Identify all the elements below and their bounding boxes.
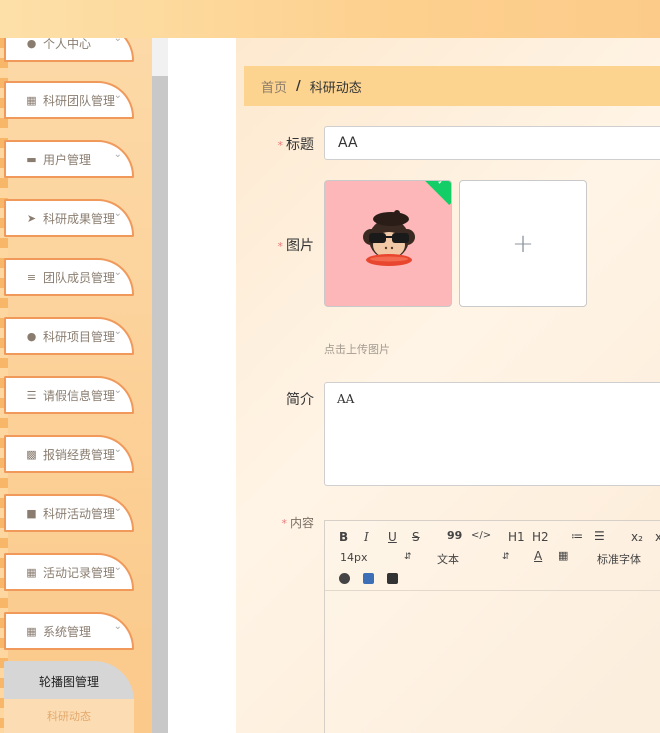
subscript-button[interactable]: x₂ [631, 530, 643, 544]
sidebar-item-label: 用户管理 [43, 152, 92, 167]
check-icon: ✓ [437, 180, 446, 188]
sidebar-item-system[interactable]: ▦ 系统管理 ⌄ [4, 612, 134, 650]
title-input[interactable]: AA [324, 126, 660, 160]
chevron-down-icon: ⌄ [113, 149, 122, 160]
sidebar-item-reimbursement[interactable]: ▩ 报销经费管理 ⌄ [4, 435, 134, 473]
list-icon: ≡ [26, 270, 37, 284]
sidebar-item-label: 报销经费管理 [43, 447, 116, 462]
grid-icon: ▦ [26, 93, 37, 107]
code-button[interactable]: </> [471, 530, 491, 541]
sidebar-subitem-carousel[interactable]: 轮播图管理 [4, 661, 134, 701]
title-label: * 标题 [254, 134, 315, 154]
sidebar-item-label: 科研成果管理 [43, 211, 116, 226]
sidebar-item-label: 科研项目管理 [43, 329, 116, 344]
text-color-button[interactable]: A [534, 549, 542, 563]
required-mark: * [277, 139, 284, 152]
chevron-down-icon: ⌄ [113, 503, 122, 514]
chevron-down-icon: ⌄ [113, 208, 122, 219]
top-bar [0, 0, 660, 38]
title-label-text: 标题 [286, 137, 314, 153]
sidebar-item-label: 请假信息管理 [43, 388, 116, 403]
image-label: * 图片 [254, 235, 315, 255]
chevron-down-icon: ⌄ [113, 38, 122, 44]
chevron-down-icon: ⌄ [113, 562, 122, 573]
breadcrumb-current: 科研动态 [309, 80, 362, 96]
sidebar-item-label: 科研活动管理 [43, 506, 116, 521]
chevron-down-icon: ⌄ [113, 621, 122, 632]
grid-icon: ▦ [26, 565, 37, 579]
sidebar-item-label: 个人中心 [43, 38, 92, 51]
chevron-updown-icon: ⇵ [502, 552, 510, 562]
filter-icon: ☰ [26, 388, 37, 402]
sidebar-item-label: 团队成员管理 [43, 270, 116, 285]
breadcrumb-separator: / [296, 78, 301, 94]
underline-button[interactable]: U [388, 530, 397, 544]
font-family-select[interactable]: 标准字体 [597, 551, 641, 567]
sidebar-item-label: 活动记录管理 [43, 565, 116, 580]
sidebar-item-personal-center[interactable]: ● 个人中心 ⌄ [4, 38, 134, 62]
sidebar-item-leave[interactable]: ☰ 请假信息管理 ⌄ [4, 376, 134, 414]
superscript-button[interactable]: x [655, 530, 660, 544]
sidebar-item-users[interactable]: ▬ 用户管理 ⌄ [4, 140, 134, 178]
sidebar-item-research-projects[interactable]: ● 科研项目管理 ⌄ [4, 317, 134, 355]
image-icon[interactable] [363, 573, 374, 584]
folder-icon: ▬ [26, 152, 37, 166]
plus-icon: + [512, 228, 534, 259]
uploaded-image-thumbnail[interactable]: ✓ [324, 180, 452, 307]
sidebar: ● 个人中心 ⌄ ▦ 科研团队管理 ⌄ ▬ 用户管理 ⌄ ➤ 科研成果管理 ⌄ … [0, 38, 152, 733]
content-label-text: 内容 [289, 516, 314, 530]
background-color-icon[interactable]: ▦ [558, 549, 568, 562]
chat-icon: ■ [26, 506, 37, 520]
breadcrumb: 首页 / 科研动态 [244, 66, 660, 106]
user-icon: ● [26, 329, 37, 343]
strike-button[interactable]: S [412, 530, 420, 544]
sidebar-item-activity-records[interactable]: ▦ 活动记录管理 ⌄ [4, 553, 134, 591]
card-icon: ▩ [26, 447, 37, 461]
chevron-down-icon: ⌄ [113, 444, 122, 455]
sidebar-item-label: 系统管理 [43, 624, 92, 639]
breadcrumb-home[interactable]: 首页 [261, 77, 287, 96]
sidebar-subitem-research-news[interactable]: 科研动态 [4, 699, 134, 733]
upload-tip: 点击上传图片 [324, 343, 390, 356]
content-label: * 内容 [254, 514, 314, 531]
bullet-list-button[interactable]: ☰ [594, 529, 605, 543]
intro-textarea[interactable]: AA [324, 382, 660, 486]
h1-button[interactable]: H1 [508, 530, 525, 544]
sidebar-scrollbar-thumb[interactable] [152, 76, 168, 733]
bold-button[interactable]: B [339, 530, 348, 544]
sidebar-item-research-team[interactable]: ▦ 科研团队管理 ⌄ [4, 81, 134, 119]
chevron-down-icon: ⌄ [113, 385, 122, 396]
quote-button[interactable]: 99 [447, 529, 462, 542]
ordered-list-button[interactable]: ≔ [571, 529, 583, 543]
chevron-updown-icon: ⇵ [404, 552, 412, 562]
chevron-down-icon: ⌄ [113, 267, 122, 278]
upload-add-button[interactable]: + [459, 180, 587, 307]
font-size-select[interactable]: 14px [340, 551, 368, 564]
send-icon: ➤ [26, 211, 37, 225]
italic-button[interactable]: I [364, 530, 369, 544]
grid-icon: ▦ [26, 624, 37, 638]
sidebar-item-label: 科研团队管理 [43, 93, 116, 108]
editor-toolbar: B I U S 99 </> H1 H2 ≔ ☰ x₂ x 14px ⇵ 文本 … [325, 521, 660, 591]
rich-text-editor[interactable]: B I U S 99 </> H1 H2 ≔ ☰ x₂ x 14px ⇵ 文本 … [324, 520, 660, 733]
monkey-avatar-image [363, 210, 415, 266]
sidebar-item-research-activity[interactable]: ■ 科研活动管理 ⌄ [4, 494, 134, 532]
required-mark: * [281, 517, 287, 530]
paragraph-select[interactable]: 文本 [437, 551, 459, 567]
h2-button[interactable]: H2 [532, 530, 549, 544]
image-label-text: 图片 [286, 238, 314, 254]
link-icon[interactable] [339, 573, 350, 584]
required-mark: * [277, 240, 284, 253]
sidebar-item-research-results[interactable]: ➤ 科研成果管理 ⌄ [4, 199, 134, 237]
main-gutter [168, 38, 236, 733]
chevron-down-icon: ⌄ [113, 90, 122, 101]
video-icon[interactable] [387, 573, 398, 584]
intro-label: 简介 [286, 392, 314, 408]
chevron-down-icon: ⌄ [113, 326, 122, 337]
user-icon: ● [26, 38, 37, 50]
sidebar-item-team-members[interactable]: ≡ 团队成员管理 ⌄ [4, 258, 134, 296]
